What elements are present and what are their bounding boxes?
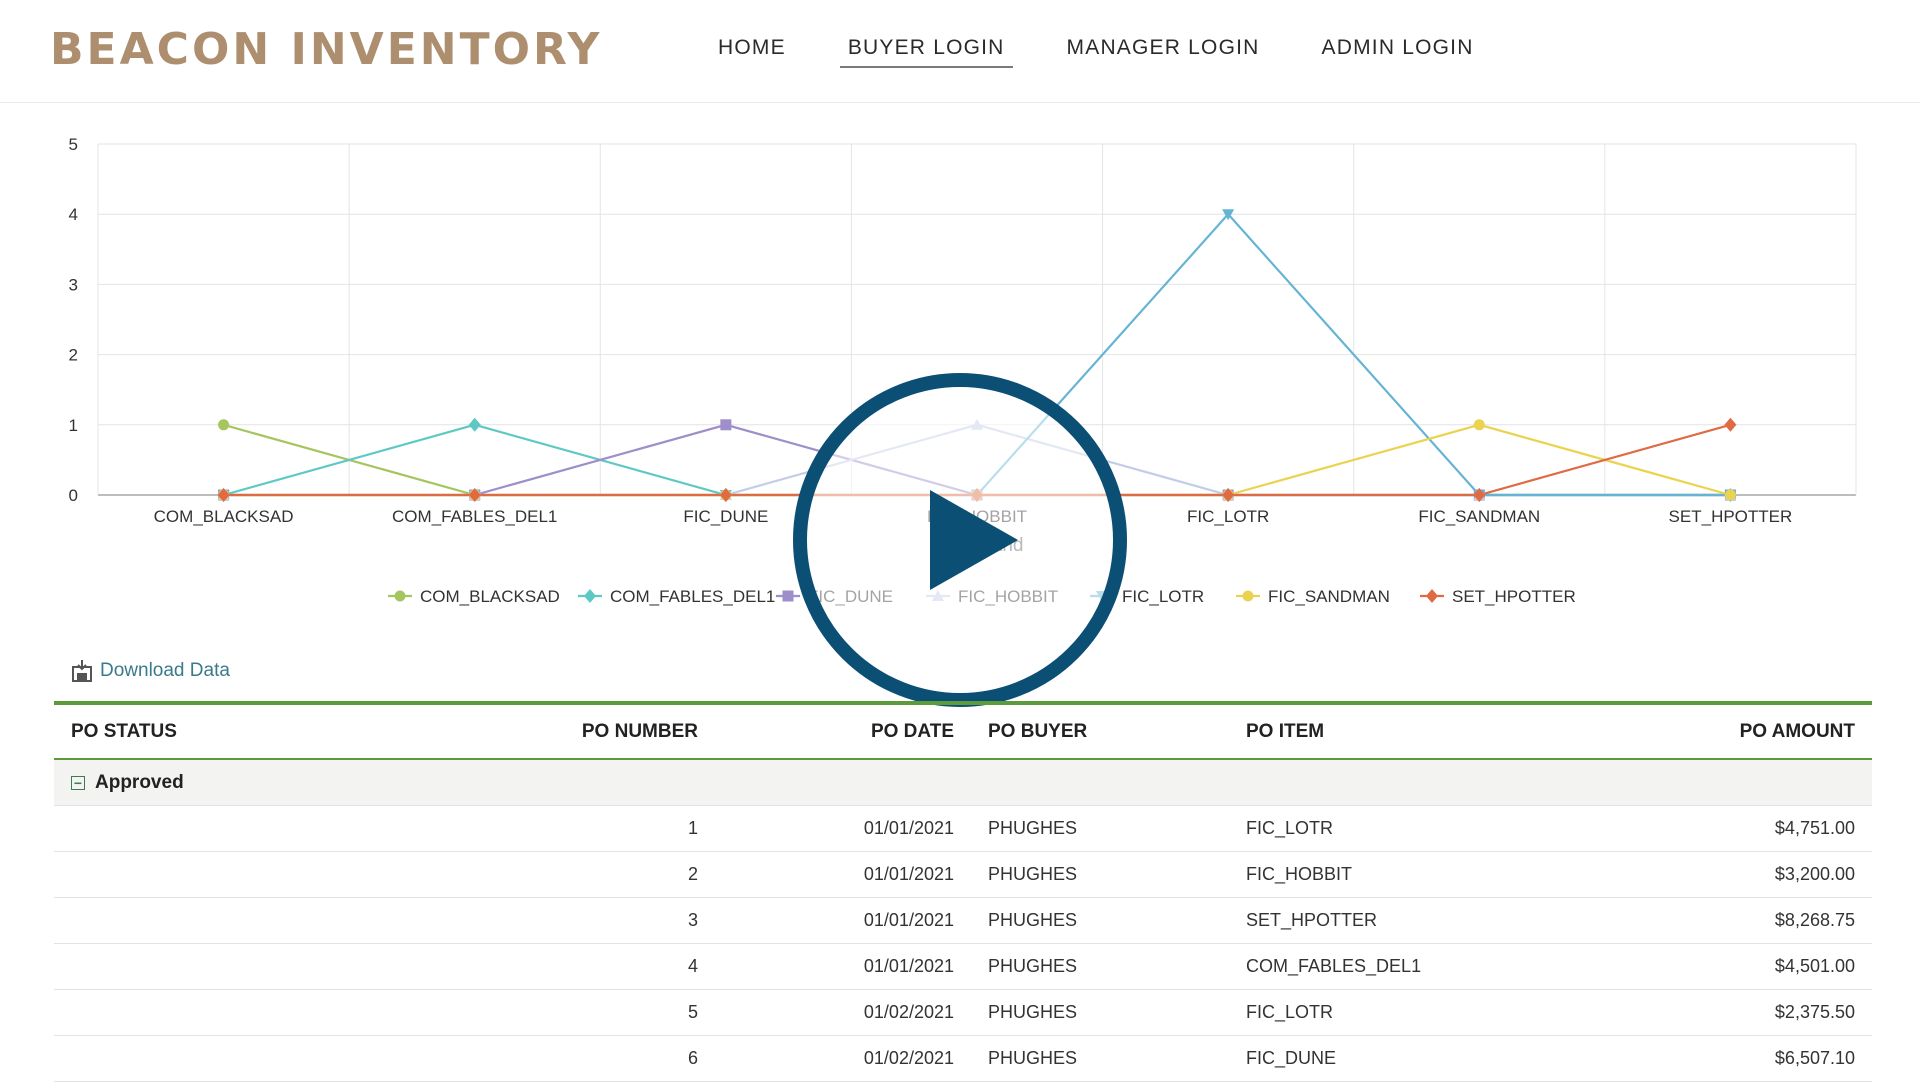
nav-manager-login[interactable]: MANAGER LOGIN (1059, 36, 1268, 68)
data-point (218, 419, 229, 430)
data-point (1724, 418, 1736, 432)
legend-label[interactable]: FIC_LOTR (1122, 587, 1204, 606)
y-tick-label: 4 (69, 205, 78, 224)
cell-po-number: 4 (394, 956, 714, 977)
legend-marker (584, 589, 596, 603)
cell-po-date: 01/01/2021 (714, 818, 970, 839)
cell-po-date: 01/01/2021 (714, 910, 970, 931)
cell-po-buyer: PHUGHES (970, 956, 1228, 977)
table-body: 101/01/2021PHUGHESFIC_LOTR$4,751.00201/0… (54, 806, 1872, 1082)
brand-logo[interactable]: BEACON INVENTORY (50, 24, 602, 75)
collapse-icon[interactable]: − (71, 776, 85, 790)
cell-po-item: FIC_HOBBIT (1228, 864, 1628, 885)
cell-po-number: 3 (394, 910, 714, 931)
cell-po-item: FIC_LOTR (1228, 1002, 1628, 1023)
table-row[interactable]: 501/02/2021PHUGHESFIC_LOTR$2,375.50 (54, 990, 1872, 1036)
download-data-link[interactable]: Download Data (72, 660, 230, 682)
cell-po-buyer: PHUGHES (970, 1048, 1228, 1069)
header-po-item[interactable]: PO ITEM (1228, 721, 1628, 743)
header-po-date[interactable]: PO DATE (714, 721, 970, 743)
header-po-amount[interactable]: PO AMOUNT (1628, 721, 1872, 743)
save-icon (72, 660, 92, 682)
y-tick-label: 0 (69, 486, 78, 505)
data-point (1725, 490, 1736, 501)
nav-admin-login[interactable]: ADMIN LOGIN (1314, 36, 1482, 68)
cell-po-date: 01/01/2021 (714, 956, 970, 977)
header-po-status[interactable]: PO STATUS (54, 721, 394, 743)
x-tick-label: COM_FABLES_DEL1 (392, 507, 557, 526)
y-tick-label: 2 (69, 346, 78, 365)
cell-po-number: 5 (394, 1002, 714, 1023)
x-tick-label: FIC_SANDMAN (1418, 507, 1540, 526)
legend-label[interactable]: COM_FABLES_DEL1 (610, 587, 775, 606)
cell-po-item: COM_FABLES_DEL1 (1228, 956, 1628, 977)
cell-po-buyer: PHUGHES (970, 864, 1228, 885)
header-po-buyer[interactable]: PO BUYER (970, 721, 1228, 743)
table-row[interactable]: 101/01/2021PHUGHESFIC_LOTR$4,751.00 (54, 806, 1872, 852)
x-tick-label: COM_BLACKSAD (154, 507, 294, 526)
cell-po-date: 01/01/2021 (714, 864, 970, 885)
video-play-button[interactable] (792, 372, 1128, 708)
header-po-number[interactable]: PO NUMBER (394, 721, 714, 743)
table-row[interactable]: 401/01/2021PHUGHESCOM_FABLES_DEL1$4,501.… (54, 944, 1872, 990)
cell-po-amount: $4,751.00 (1628, 818, 1872, 839)
table-row[interactable]: 601/02/2021PHUGHESFIC_DUNE$6,507.10 (54, 1036, 1872, 1082)
legend-label[interactable]: FIC_SANDMAN (1268, 587, 1390, 606)
x-tick-label: SET_HPOTTER (1669, 507, 1793, 526)
table-row[interactable]: 201/01/2021PHUGHESFIC_HOBBIT$3,200.00 (54, 852, 1872, 898)
cell-po-amount: $4,501.00 (1628, 956, 1872, 977)
main-nav: HOME BUYER LOGIN MANAGER LOGIN ADMIN LOG… (710, 36, 1528, 68)
cell-po-item: FIC_LOTR (1228, 818, 1628, 839)
cell-po-amount: $2,375.50 (1628, 1002, 1872, 1023)
cell-po-date: 01/02/2021 (714, 1002, 970, 1023)
x-tick-label: FIC_LOTR (1187, 507, 1269, 526)
group-label: Approved (95, 772, 184, 794)
y-tick-label: 3 (69, 275, 78, 294)
cell-po-date: 01/02/2021 (714, 1048, 970, 1069)
table-row[interactable]: 301/01/2021PHUGHESSET_HPOTTER$8,268.75 (54, 898, 1872, 944)
y-tick-label: 5 (69, 135, 78, 154)
nav-home[interactable]: HOME (710, 36, 794, 68)
cell-po-amount: $3,200.00 (1628, 864, 1872, 885)
legend-marker (395, 591, 406, 602)
cell-po-number: 2 (394, 864, 714, 885)
cell-po-number: 6 (394, 1048, 714, 1069)
cell-po-number: 1 (394, 818, 714, 839)
cell-po-buyer: PHUGHES (970, 818, 1228, 839)
legend-label[interactable]: SET_HPOTTER (1452, 587, 1576, 606)
data-point (720, 419, 731, 430)
data-point (469, 418, 481, 432)
x-tick-label: FIC_DUNE (683, 507, 768, 526)
cell-po-amount: $8,268.75 (1628, 910, 1872, 931)
cell-po-amount: $6,507.10 (1628, 1048, 1872, 1069)
cell-po-item: SET_HPOTTER (1228, 910, 1628, 931)
group-row-approved[interactable]: − Approved (54, 760, 1872, 806)
download-label: Download Data (100, 660, 230, 682)
cell-po-buyer: PHUGHES (970, 910, 1228, 931)
cell-po-item: FIC_DUNE (1228, 1048, 1628, 1069)
nav-buyer-login[interactable]: BUYER LOGIN (840, 36, 1013, 68)
site-header: BEACON INVENTORY HOME BUYER LOGIN MANAGE… (0, 0, 1920, 103)
table-header: PO STATUS PO NUMBER PO DATE PO BUYER PO … (54, 705, 1872, 760)
legend-label[interactable]: COM_BLACKSAD (420, 587, 560, 606)
cell-po-buyer: PHUGHES (970, 1002, 1228, 1023)
y-tick-label: 1 (69, 416, 78, 435)
po-table: PO STATUS PO NUMBER PO DATE PO BUYER PO … (54, 701, 1872, 1082)
data-point (1474, 419, 1485, 430)
legend-marker (1426, 589, 1438, 603)
legend-marker (1243, 591, 1254, 602)
